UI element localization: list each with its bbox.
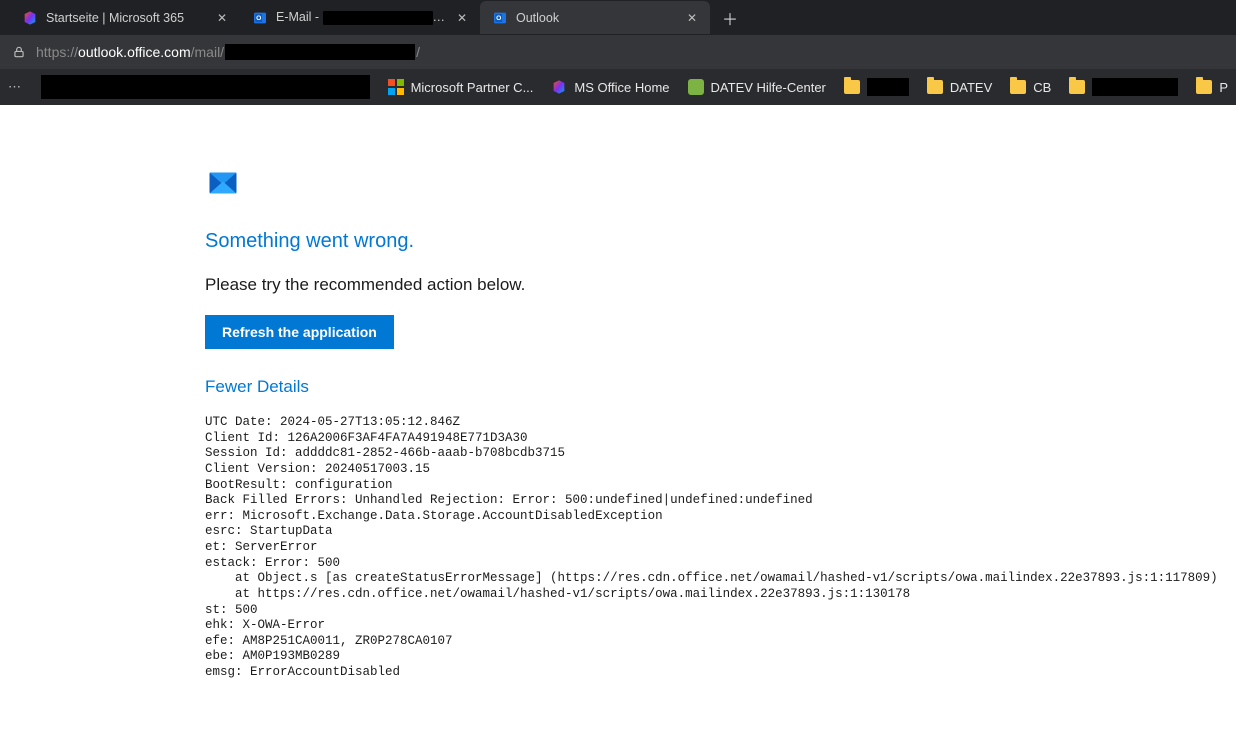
svg-text:O: O	[496, 15, 501, 22]
folder-icon	[1196, 80, 1212, 94]
folder-icon	[1069, 80, 1085, 94]
error-title: Something went wrong.	[205, 230, 1236, 253]
redacted-text	[225, 44, 415, 60]
browser-chrome: Startseite | Microsoft 365 ✕ O E-Mail - …	[0, 0, 1236, 105]
folder-icon	[927, 80, 943, 94]
lock-icon	[10, 43, 28, 61]
bookmark-datev-hilfe[interactable]: DATEV Hilfe-Center	[688, 79, 826, 95]
outlook-icon: O	[492, 10, 508, 26]
tab-startseite[interactable]: Startseite | Microsoft 365 ✕	[10, 1, 240, 34]
bookmark-folder-datev[interactable]: DATEV	[927, 80, 992, 95]
svg-text:O: O	[256, 15, 261, 22]
ms365-icon	[551, 79, 567, 95]
bookmark-folder-p[interactable]: P	[1196, 80, 1228, 95]
details-toggle[interactable]: Fewer Details	[205, 377, 309, 397]
tab-title: E-Mail - Ou	[276, 10, 446, 25]
folder-icon	[1010, 80, 1026, 94]
bookmark-overflow[interactable]: ⋯	[8, 79, 21, 95]
mail-logo-icon	[205, 165, 241, 201]
tab-outlook[interactable]: O Outlook ✕	[480, 1, 710, 34]
error-subtitle: Please try the recommended action below.	[205, 275, 1236, 295]
tab-email[interactable]: O E-Mail - Ou ✕	[240, 1, 480, 34]
redacted-text	[1092, 78, 1178, 96]
datev-icon	[688, 79, 704, 95]
page-content: Something went wrong. Please try the rec…	[0, 105, 1236, 681]
tab-strip: Startseite | Microsoft 365 ✕ O E-Mail - …	[0, 0, 1236, 35]
redacted-text	[323, 11, 433, 25]
new-tab-button[interactable]: ＋	[716, 4, 744, 32]
bookmarks-bar: ⋯ Microsoft Partner C... MS Office Home …	[0, 69, 1236, 105]
bookmark-folder[interactable]	[844, 78, 909, 96]
close-icon[interactable]: ✕	[684, 10, 700, 26]
folder-icon	[844, 80, 860, 94]
tab-title: Outlook	[516, 11, 676, 25]
redacted-bookmark	[41, 75, 370, 99]
bookmark-ms-office-home[interactable]: MS Office Home	[551, 79, 669, 95]
refresh-button[interactable]: Refresh the application	[205, 315, 394, 349]
close-icon[interactable]: ✕	[454, 10, 470, 26]
redacted-text	[867, 78, 909, 96]
close-icon[interactable]: ✕	[214, 10, 230, 26]
bookmark-folder-cb[interactable]: CB	[1010, 80, 1051, 95]
msgrid-icon	[388, 79, 404, 95]
outlook-icon: O	[252, 10, 268, 26]
bookmark-ms-partner[interactable]: Microsoft Partner C...	[388, 79, 534, 95]
tab-title: Startseite | Microsoft 365	[46, 11, 206, 25]
url-field[interactable]: https://outlook.office.com/mail//	[36, 44, 420, 60]
error-details: UTC Date: 2024-05-27T13:05:12.846Z Clien…	[205, 415, 1236, 681]
address-bar: https://outlook.office.com/mail//	[0, 35, 1236, 69]
ms365-icon	[22, 10, 38, 26]
bookmark-folder[interactable]	[1069, 78, 1178, 96]
